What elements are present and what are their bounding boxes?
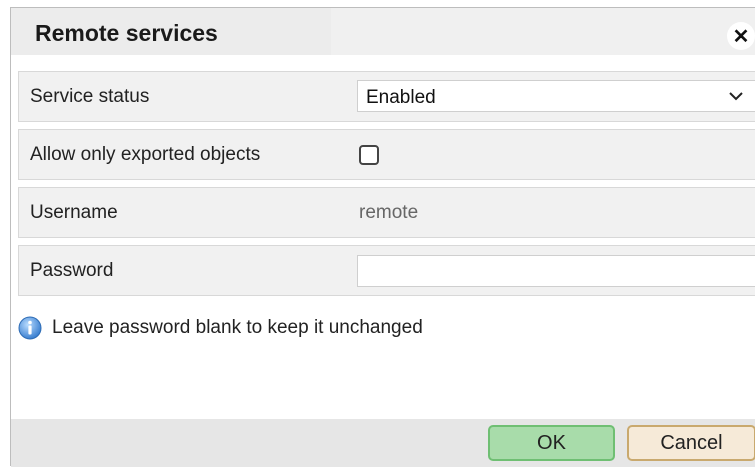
password-row: Password [18,245,755,296]
info-icon [18,316,42,340]
service-status-row: Service status Enabled [18,71,755,122]
allow-exported-label: Allow only exported objects [30,143,261,165]
remote-services-dialog: Remote services ✕ Service status Enabled… [10,7,755,467]
service-status-select[interactable]: Enabled [357,80,755,112]
info-text: Leave password blank to keep it unchange… [52,317,423,338]
chevron-down-icon [729,92,743,101]
cancel-button[interactable]: Cancel [627,425,755,461]
allow-exported-checkbox[interactable] [359,145,379,165]
username-value: remote [359,201,419,223]
dialog-footer: OK Cancel [11,419,755,467]
dialog-title: Remote services [35,20,218,46]
username-label: Username [30,201,118,223]
service-status-value: Enabled [366,87,436,108]
service-status-label: Service status [30,85,150,107]
ok-button[interactable]: OK [488,425,615,461]
allow-exported-row: Allow only exported objects [18,129,755,180]
username-row: Username remote [18,187,755,238]
title-bar: Remote services ✕ [11,8,755,55]
close-icon[interactable]: ✕ [727,22,755,50]
info-message: Leave password blank to keep it unchange… [18,314,423,342]
password-label: Password [30,259,114,281]
password-input[interactable] [357,255,755,287]
